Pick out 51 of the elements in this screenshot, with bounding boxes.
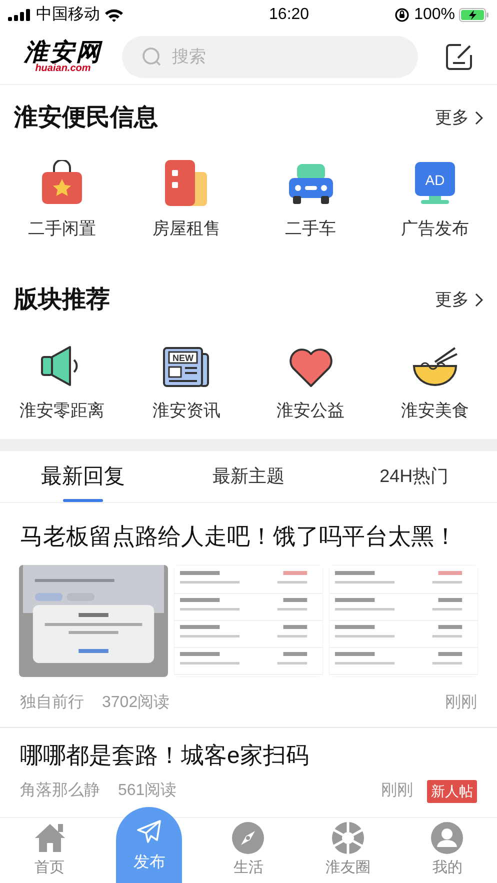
heart-icon <box>288 348 334 388</box>
compass-icon <box>232 822 264 854</box>
post-author: 角落那么静 <box>20 780 100 801</box>
wifi-icon <box>104 8 124 22</box>
aperture-icon <box>332 822 364 854</box>
read-count: 561阅读 <box>118 780 177 801</box>
category-shortcut[interactable]: AD 广告发布 <box>372 151 497 243</box>
category-shortcut[interactable]: 淮安零距离 <box>0 333 124 425</box>
carrier-name: 中国移动 <box>36 4 100 25</box>
nav-tab[interactable]: 淮友圈 <box>298 818 398 883</box>
battery-percent: 100% <box>414 5 455 25</box>
category-shortcut[interactable]: 房屋租售 <box>124 151 248 243</box>
category-shortcut[interactable]: 二手闲置 <box>0 151 124 243</box>
more-link[interactable]: 更多 <box>435 287 483 313</box>
category-shortcut[interactable]: 二手车 <box>248 151 373 243</box>
chevron-right-icon <box>475 111 483 125</box>
feed-tab[interactable]: 最新回复 <box>0 451 166 502</box>
post-title[interactable]: 哪哪都是套路！城客e家扫码 <box>20 738 477 772</box>
post-title[interactable]: 马老板留点路给人走吧！饿了吗平台太黑！ <box>20 519 477 553</box>
site-logo[interactable]: 淮安网 huaian.com <box>24 40 102 74</box>
rotation-lock-icon <box>394 7 410 23</box>
category-shortcut[interactable]: 淮安美食 <box>372 333 497 425</box>
edit-icon[interactable] <box>445 43 473 71</box>
category-shortcut[interactable]: NEW 淮安资讯 <box>124 333 248 425</box>
post-time: 刚刚 <box>445 693 477 713</box>
feed-tab[interactable]: 24H热门 <box>331 451 497 502</box>
post-author: 独自前行 <box>20 692 84 713</box>
more-link[interactable]: 更多 <box>435 105 483 131</box>
battery-charging-icon <box>459 8 489 22</box>
new-user-badge: 新人帖 <box>427 780 477 802</box>
search-icon <box>142 47 162 67</box>
category-shortcut[interactable]: 淮安公益 <box>248 333 373 425</box>
post-time: 刚刚 <box>381 781 413 801</box>
car-icon <box>286 162 335 206</box>
building-icon <box>163 158 210 206</box>
section-title: 版块推荐 <box>14 285 110 315</box>
nav-tab[interactable]: 首页 <box>0 818 100 883</box>
chevron-right-icon <box>475 293 483 307</box>
clock-time: 16:20 <box>269 5 310 25</box>
paper-plane-icon <box>136 819 162 845</box>
nav-tab[interactable]: 生活 <box>198 818 298 883</box>
profile-icon <box>431 822 464 854</box>
noodle-bowl-icon <box>410 346 459 388</box>
search-field[interactable]: 搜索 <box>122 36 418 78</box>
home-icon <box>34 822 66 854</box>
feed-tab[interactable]: 最新主题 <box>166 451 332 502</box>
section-title: 淮安便民信息 <box>14 103 158 133</box>
nav-tab[interactable]: 我的 <box>398 818 497 883</box>
shopping-bag-icon <box>40 160 84 206</box>
signal-icon <box>8 9 32 21</box>
read-count: 3702阅读 <box>102 692 170 713</box>
